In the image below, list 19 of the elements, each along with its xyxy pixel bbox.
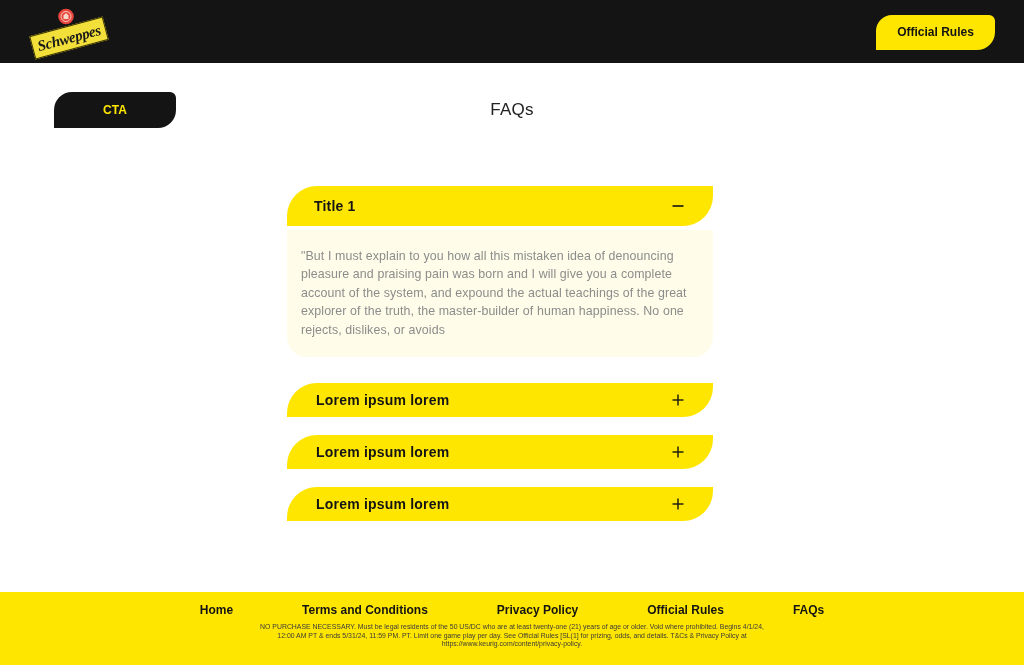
official-rules-button[interactable]: Official Rules	[876, 14, 995, 50]
accordion-header[interactable]: Title 1	[287, 186, 713, 226]
accordion-header[interactable]: Lorem ipsum lorem	[287, 487, 713, 522]
page-title: FAQs	[490, 100, 534, 120]
faq-question: Title 1	[314, 198, 356, 214]
accordion-header[interactable]: Lorem ipsum lorem	[287, 383, 713, 418]
faq-answer: "But I must explain to you how all this mistaken idea of denouncing pleasure and praising pain was born and I will give you a complete account of the system, and expound the actual teachings of the great explorer of the truth, the master-builder of human happiness. No one rejects, dislikes, or avoids	[287, 230, 713, 358]
footer-link[interactable]: Terms and Conditions	[302, 603, 428, 617]
crest-emblem-icon	[58, 7, 74, 25]
faq-question: Lorem ipsum lorem	[316, 444, 450, 461]
footer-link[interactable]: FAQs	[792, 603, 825, 617]
faq-question: Lorem ipsum lorem	[316, 392, 450, 409]
cta-button[interactable]: CTA	[54, 92, 176, 128]
footer-link[interactable]: Official Rules	[647, 603, 724, 617]
footer-link[interactable]: Privacy Policy	[496, 603, 579, 617]
footer-link[interactable]: Home	[199, 603, 234, 617]
faq-question: Lorem ipsum lorem	[316, 496, 450, 513]
accordion-header[interactable]: Lorem ipsum lorem	[287, 435, 713, 470]
logo-label: Schweppes	[29, 16, 109, 59]
